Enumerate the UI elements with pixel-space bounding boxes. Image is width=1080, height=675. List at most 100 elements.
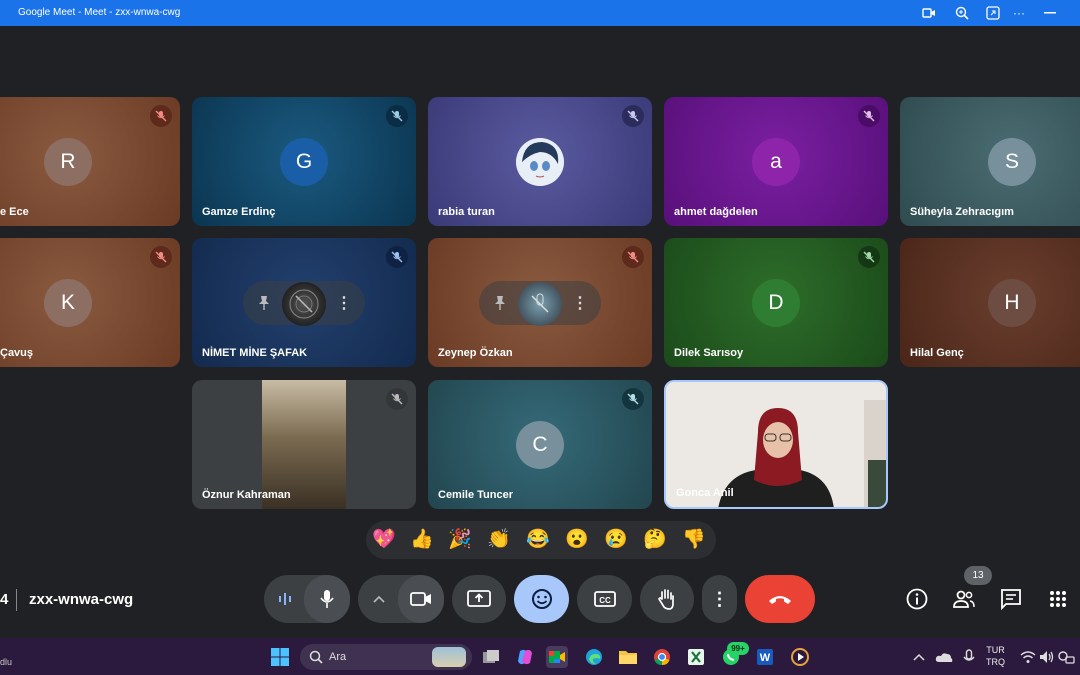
participant-name: Cemile Tuncer — [438, 489, 513, 501]
participant-name: rabia turan — [438, 206, 495, 218]
audio-levels-icon[interactable] — [274, 588, 296, 610]
search-placeholder: Ara — [329, 651, 347, 663]
google-meet-app-icon[interactable] — [546, 646, 568, 668]
reaction-thumbs-down[interactable]: 👎 — [682, 528, 706, 552]
onedrive-cloud-icon[interactable] — [933, 646, 955, 668]
muted-mic-icon — [858, 246, 880, 268]
activities-button[interactable] — [1045, 586, 1071, 612]
info-icon — [906, 588, 928, 610]
excel-app-icon[interactable] — [685, 646, 707, 668]
more-menu-icon[interactable]: ··· — [1011, 5, 1027, 21]
word-app-icon[interactable]: W — [754, 646, 776, 668]
more-options-icon[interactable]: ⋮ — [570, 293, 590, 313]
reaction-clapping[interactable]: 👏 — [487, 528, 511, 552]
participant-tile[interactable]: H Hilal Genç — [900, 238, 1080, 367]
reaction-joy[interactable]: 😂 — [526, 528, 550, 552]
keyboard-layout-label: TRQ — [986, 657, 1005, 667]
search-icon — [309, 650, 323, 664]
participant-tile[interactable]: D Dilek Sarısoy — [664, 238, 888, 367]
muted-mic-icon — [386, 105, 408, 127]
avatar-anime-picture — [516, 137, 564, 186]
camera-icon[interactable] — [921, 5, 937, 21]
camera-button[interactable] — [398, 575, 444, 623]
mic-control-group — [264, 575, 350, 623]
show-hidden-icons-chevron[interactable] — [908, 646, 930, 668]
participant-photo — [518, 281, 562, 326]
muted-mic-icon — [858, 105, 880, 127]
participant-tile[interactable]: a ahmet dağdelen — [664, 97, 888, 226]
pin-icon[interactable] — [254, 293, 274, 313]
emoji-reactions-button[interactable] — [514, 575, 569, 623]
file-explorer-icon[interactable] — [617, 646, 639, 668]
install-app-icon[interactable] — [985, 5, 1001, 21]
participant-name: Süheyla Zehracıgım — [910, 206, 1014, 218]
reaction-surprised[interactable]: 😮 — [565, 528, 589, 552]
present-screen-button[interactable] — [452, 575, 506, 623]
muted-mic-icon — [150, 105, 172, 127]
muted-mic-icon — [386, 246, 408, 268]
windows-start-icon[interactable] — [269, 646, 291, 668]
weather-text-fragment: dlu — [0, 657, 13, 667]
meet-stage: R e Ece G Gamze Erdinç rabia turan a ahm… — [0, 26, 1080, 638]
participant-tile[interactable]: C Cemile Tuncer — [428, 380, 652, 509]
microphone-in-use-icon[interactable] — [958, 646, 980, 668]
participant-tile[interactable]: ⋮ NİMET MİNE ŞAFAK — [192, 238, 416, 367]
edge-browser-icon[interactable] — [583, 646, 605, 668]
more-vert-icon: ⋮ — [710, 588, 729, 609]
raise-hand-button[interactable] — [640, 575, 694, 623]
reaction-crying[interactable]: 😢 — [604, 528, 628, 552]
reaction-sparkling-heart[interactable]: 💖 — [372, 528, 396, 552]
camera-control-group — [358, 575, 444, 623]
battery-icon[interactable] — [1055, 646, 1077, 668]
more-options-icon[interactable]: ⋮ — [334, 293, 354, 313]
present-screen-icon — [467, 590, 491, 607]
participant-tile[interactable]: Öznur Kahraman — [192, 380, 416, 509]
participant-name: Çavuş — [0, 347, 34, 359]
svg-text:CC: CC — [599, 596, 611, 605]
avatar: K — [44, 278, 92, 327]
participant-tile[interactable]: S Süheyla Zehracıgım — [900, 97, 1080, 226]
svg-text:W: W — [760, 652, 771, 664]
camera-options-chevron-icon[interactable] — [368, 588, 390, 610]
microphone-button[interactable] — [304, 575, 350, 623]
people-icon — [953, 590, 975, 608]
window-title: Google Meet - Meet - zxx-wnwa-cwg — [18, 7, 181, 18]
reaction-party-popper[interactable]: 🎉 — [448, 528, 472, 552]
zoom-icon[interactable] — [954, 5, 970, 21]
participant-name: NİMET MİNE ŞAFAK — [202, 347, 308, 359]
minimize-icon[interactable] — [1042, 5, 1058, 21]
participant-tile[interactable]: rabia turan — [428, 97, 652, 226]
participant-name: Dilek Sarısoy — [674, 347, 744, 359]
participant-tile[interactable]: G Gamze Erdinç — [192, 97, 416, 226]
participant-tile[interactable]: ⋮ Zeynep Özkan — [428, 238, 652, 367]
participant-name: Zeynep Özkan — [438, 347, 513, 359]
people-button[interactable] — [951, 586, 977, 612]
captions-button[interactable]: CC — [577, 575, 632, 623]
chrome-browser-icon[interactable] — [651, 646, 673, 668]
chat-button[interactable] — [998, 586, 1024, 612]
participant-tile[interactable]: R e Ece — [0, 97, 180, 226]
task-view-icon[interactable] — [480, 646, 502, 668]
participant-tile-self-view[interactable]: Gonca Anil — [664, 380, 888, 509]
taskbar-search[interactable]: Ara — [300, 644, 472, 670]
language-label: TUR — [986, 645, 1005, 655]
reactions-bar: 💖 👍 🎉 👏 😂 😮 😢 🤔 👎 — [366, 521, 716, 559]
muted-mic-icon — [386, 388, 408, 410]
clock-fragment: 4 — [0, 591, 9, 608]
media-player-icon[interactable] — [789, 646, 811, 668]
leave-call-button[interactable] — [745, 575, 815, 623]
tile-hover-controls: ⋮ — [479, 280, 601, 326]
windows-taskbar: dlu Ara 99+ W TUR TRQ — [0, 638, 1080, 675]
microphone-icon — [320, 590, 334, 608]
meeting-details-button[interactable] — [904, 586, 930, 612]
muted-mic-icon — [622, 388, 644, 410]
input-language-indicator[interactable]: TUR TRQ — [986, 644, 1005, 668]
reaction-thinking[interactable]: 🤔 — [643, 528, 667, 552]
pin-icon[interactable] — [490, 293, 510, 313]
reaction-thumbs-up[interactable]: 👍 — [410, 528, 434, 552]
participant-name: Öznur Kahraman — [202, 489, 291, 501]
participant-tile[interactable]: K Çavuş — [0, 238, 180, 367]
avatar: D — [752, 278, 800, 327]
copilot-icon[interactable] — [514, 646, 536, 668]
more-options-button[interactable]: ⋮ — [702, 575, 737, 623]
